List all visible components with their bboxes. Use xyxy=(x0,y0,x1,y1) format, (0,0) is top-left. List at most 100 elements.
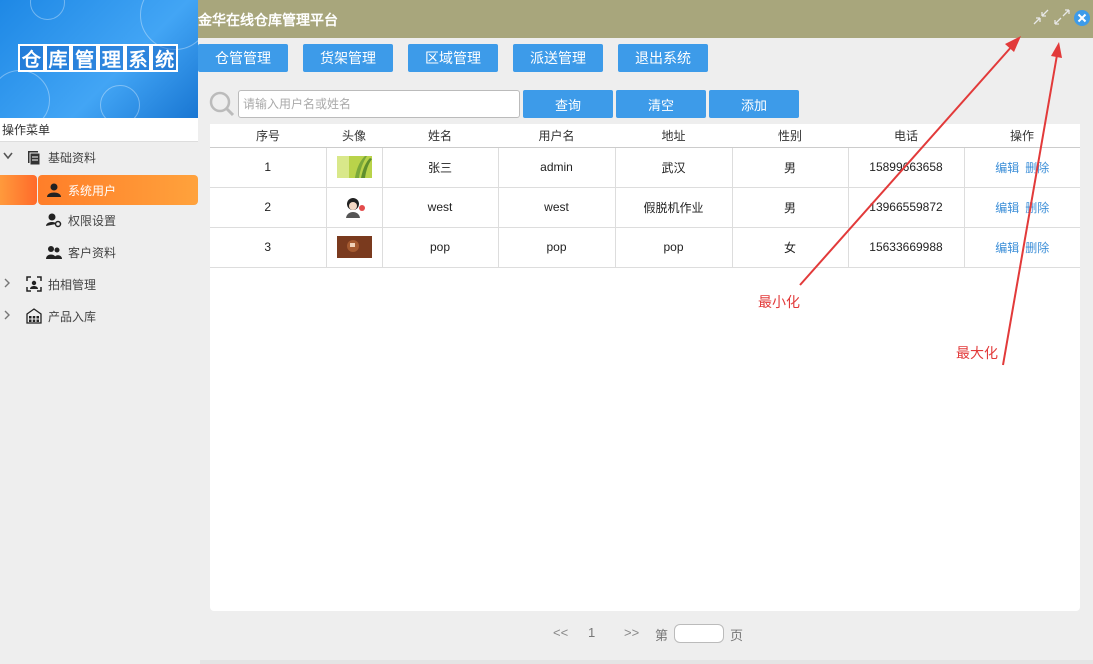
nav-shelf-button[interactable]: 货架管理 xyxy=(303,44,393,72)
logo-char: 理 xyxy=(98,44,125,72)
document-icon xyxy=(26,149,42,166)
cell-username: pop xyxy=(497,226,616,268)
cell-avatar xyxy=(325,146,383,188)
user-icon xyxy=(46,182,62,198)
column-header: 地址 xyxy=(615,124,732,148)
maximize-arrow-head xyxy=(1051,42,1062,58)
cell-username: west xyxy=(497,186,616,228)
user-table-panel: 序号 头像 姓名 用户名 地址 性别 电话 操作 1 张三 admin 武汉 男… xyxy=(210,124,1080,611)
menu-title: 操作菜单 xyxy=(0,118,198,142)
menu-group-product-storage[interactable]: 产品入库 xyxy=(0,302,198,330)
avatar xyxy=(341,196,367,218)
menu-item-label: 客户资料 xyxy=(68,245,117,260)
cell-name: west xyxy=(381,186,499,228)
query-button[interactable]: 查询 xyxy=(523,90,613,118)
menu-group-label: 产品入库 xyxy=(48,309,97,324)
cell-actions: 编辑 删除 xyxy=(963,226,1080,268)
maximize-annotation-label: 最大化 xyxy=(956,346,998,362)
add-button[interactable]: 添加 xyxy=(709,90,799,118)
cell-gender: 女 xyxy=(731,226,849,268)
prev-page-button[interactable]: << xyxy=(553,625,568,640)
nav-area-button[interactable]: 区域管理 xyxy=(408,44,498,72)
nav-delivery-button[interactable]: 派送管理 xyxy=(513,44,603,72)
camera-frame-icon xyxy=(26,276,42,292)
chevron-right-icon xyxy=(3,278,13,291)
logo-char: 管 xyxy=(71,44,99,72)
column-header: 电话 xyxy=(848,124,964,148)
cell-gender: 男 xyxy=(731,186,849,228)
menu-item-system-users[interactable]: 系统用户 xyxy=(0,175,198,205)
clear-button[interactable]: 清空 xyxy=(616,90,706,118)
goto-page-input[interactable] xyxy=(674,624,724,643)
cell-id: 3 xyxy=(210,226,327,268)
logo-char: 系 xyxy=(124,44,152,72)
cell-avatar xyxy=(325,186,383,228)
chevron-right-icon xyxy=(3,310,13,323)
edit-link[interactable]: 编辑 xyxy=(995,201,1019,215)
delete-link[interactable]: 删除 xyxy=(1025,161,1049,175)
cell-actions: 编辑 删除 xyxy=(963,146,1080,188)
avatar xyxy=(336,236,372,258)
nav-warehouse-button[interactable]: 仓管管理 xyxy=(198,44,288,72)
menu-group-label: 基础资料 xyxy=(48,150,97,165)
menu-item-permissions[interactable]: 权限设置 xyxy=(0,206,198,234)
cell-phone: 15633669988 xyxy=(847,226,965,268)
menu-item-customers[interactable]: 客户资料 xyxy=(0,238,198,266)
menu-item-label: 权限设置 xyxy=(68,213,117,228)
column-header: 性别 xyxy=(732,124,848,148)
users-icon xyxy=(46,244,62,260)
minimize-arrow-head xyxy=(1005,36,1021,52)
table-header-row: 序号 头像 姓名 用户名 地址 性别 电话 操作 xyxy=(210,124,1080,148)
close-icon[interactable] xyxy=(1073,9,1091,27)
cell-name: pop xyxy=(381,226,499,268)
search-icon xyxy=(209,91,235,117)
column-header: 头像 xyxy=(326,124,382,148)
column-header: 操作 xyxy=(964,124,1080,148)
cell-username: admin xyxy=(497,146,616,188)
menu-group-photo[interactable]: 拍相管理 xyxy=(0,270,198,298)
column-header: 姓名 xyxy=(382,124,498,148)
user-key-icon xyxy=(46,212,62,228)
table-row: 2 west west 假脱机作业 男 13966559872 编辑 删除 xyxy=(210,186,1080,228)
cell-address: pop xyxy=(614,226,733,268)
menu-group-basic-data[interactable]: 基础资料 xyxy=(0,143,198,171)
footer-divider xyxy=(200,660,1093,664)
edit-link[interactable]: 编辑 xyxy=(995,161,1019,175)
maximize-icon[interactable] xyxy=(1053,8,1071,26)
minimize-annotation-label: 最小化 xyxy=(758,295,800,311)
menu-group-label: 拍相管理 xyxy=(48,277,97,292)
goto-page-prefix: 第 xyxy=(655,628,669,643)
nav-logout-button[interactable]: 退出系统 xyxy=(618,44,708,72)
cell-avatar xyxy=(325,226,383,268)
cell-phone: 13966559872 xyxy=(847,186,965,228)
next-page-button[interactable]: >> xyxy=(624,625,639,640)
menu-item-label: 系统用户 xyxy=(68,183,117,198)
user-table: 序号 头像 姓名 用户名 地址 性别 电话 操作 1 张三 admin 武汉 男… xyxy=(210,124,1080,268)
logo-char: 统 xyxy=(151,44,179,72)
table-row: 3 pop pop pop 女 15633669988 编辑 删除 xyxy=(210,226,1080,268)
cell-address: 武汉 xyxy=(614,146,733,188)
delete-link[interactable]: 删除 xyxy=(1025,201,1049,215)
logo-char: 仓 xyxy=(18,44,45,72)
app-logo: 仓 库 管 理 系 统 xyxy=(0,0,198,118)
search-input[interactable] xyxy=(238,90,520,118)
table-row: 1 张三 admin 武汉 男 15899663658 编辑 删除 xyxy=(210,146,1080,188)
cell-phone: 15899663658 xyxy=(847,146,965,188)
minimize-icon[interactable] xyxy=(1032,8,1050,26)
logo-char: 库 xyxy=(44,44,72,72)
warehouse-icon xyxy=(26,308,42,324)
logo-title: 仓 库 管 理 系 统 xyxy=(18,43,179,73)
cell-name: 张三 xyxy=(381,146,499,188)
chevron-down-icon xyxy=(3,151,13,163)
edit-link[interactable]: 编辑 xyxy=(995,241,1019,255)
sidebar: 仓 库 管 理 系 统 操作菜单 基础资料 系统用户 权限设置 客户资料 拍相管… xyxy=(0,0,198,664)
delete-link[interactable]: 删除 xyxy=(1025,241,1049,255)
page-number[interactable]: 1 xyxy=(588,625,595,640)
avatar xyxy=(336,156,372,178)
app-title: 金华在线仓库管理平台 xyxy=(198,13,338,29)
column-header: 用户名 xyxy=(498,124,615,148)
cell-address: 假脱机作业 xyxy=(614,186,733,228)
column-header: 序号 xyxy=(210,124,326,148)
cell-id: 2 xyxy=(210,186,327,228)
cell-id: 1 xyxy=(210,146,327,188)
